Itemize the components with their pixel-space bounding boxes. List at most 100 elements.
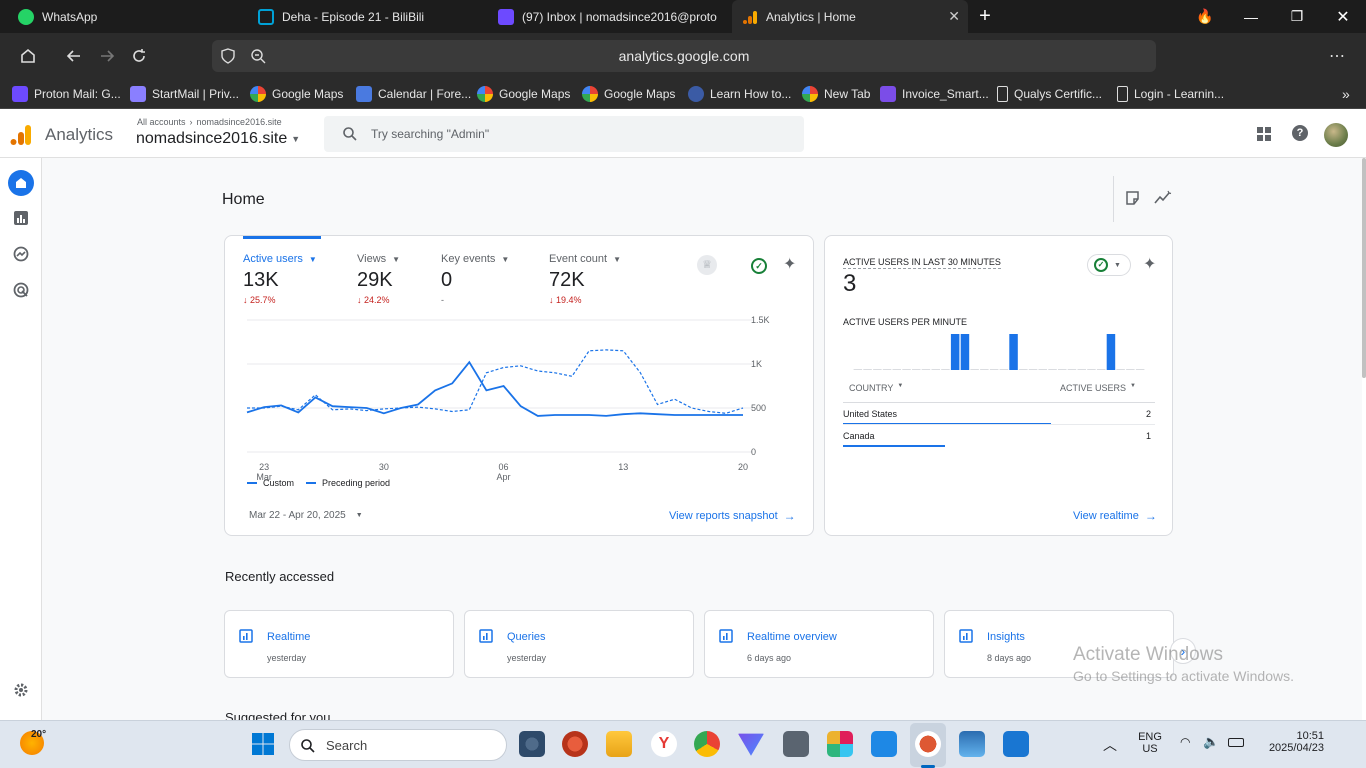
analytics-logo-icon[interactable] — [10, 124, 32, 146]
advertising-nav-icon[interactable] — [9, 278, 33, 302]
duckduckgo-icon[interactable] — [915, 731, 941, 757]
table-row[interactable]: Canada 1 — [843, 425, 1155, 447]
status-dropdown[interactable]: ✓ ▼ — [1087, 254, 1131, 276]
property-selector[interactable]: nomadsince2016.site ▼ — [136, 130, 300, 148]
tab-analytics[interactable]: Analytics | Home ✕ — [732, 0, 968, 33]
tab-title: WhatsApp — [42, 9, 98, 24]
menu-icon[interactable]: ⋯ — [1322, 41, 1352, 71]
overview-card: Active users ▼ 13K ↓ 25.7% Views ▼ 29K ↓ 2… — [224, 235, 814, 536]
sparkle-icon[interactable]: ✦ — [1143, 254, 1156, 274]
bookmark-qualys[interactable]: Qualys Certific... — [997, 85, 1102, 103]
yandex-icon[interactable]: Y — [651, 731, 677, 757]
help-icon[interactable]: ? — [1292, 125, 1308, 141]
bookmark-label: Google Maps — [272, 87, 344, 101]
breadcrumb-root[interactable]: All accounts — [137, 117, 186, 127]
arrow-right-icon: → — [783, 509, 796, 523]
sparkle-icon[interactable]: ✦ — [783, 254, 796, 274]
avatar[interactable] — [1324, 123, 1348, 147]
recent-card-realtime[interactable]: Realtime yesterday — [224, 610, 454, 678]
clock[interactable]: 10:51 2025/04/23 — [1258, 730, 1324, 754]
check-circle-icon[interactable]: ✓ — [751, 258, 767, 274]
settings-gear-icon[interactable] — [9, 678, 33, 702]
taskbar-search[interactable]: Search — [289, 729, 507, 761]
date-range-selector[interactable]: Mar 22 - Apr 20, 2025 ▼ — [249, 510, 363, 521]
realtime-bar — [989, 369, 999, 370]
apps-grid-icon[interactable] — [1256, 126, 1272, 142]
tab-bilibili[interactable]: Deha - Episode 21 - BiliBili — [248, 0, 488, 33]
recent-card-queries[interactable]: Queries yesterday — [464, 610, 694, 678]
series-line-preceding — [247, 349, 744, 414]
bookmark-google-maps[interactable]: Google Maps — [582, 85, 675, 103]
bookmark-learn-how[interactable]: Learn How to... — [688, 85, 791, 103]
proton-vpn-icon[interactable] — [738, 733, 764, 756]
metric-active-users[interactable]: Active users ▼ 13K ↓ 25.7% — [243, 253, 317, 305]
chevron-up-icon[interactable]: ︿ — [1103, 735, 1117, 755]
chrome-icon[interactable] — [694, 731, 720, 757]
app-icon[interactable] — [871, 731, 897, 757]
photos-icon[interactable] — [959, 731, 985, 757]
reload-icon[interactable] — [124, 41, 154, 71]
active-users-column-header[interactable]: ACTIVE USERS ▼ — [1060, 383, 1136, 393]
bookmark-google-maps[interactable]: Google Maps — [477, 85, 570, 103]
metric-key-events[interactable]: Key events ▼ 0 - — [441, 253, 509, 305]
tab-whatsapp[interactable]: WhatsApp — [8, 0, 248, 33]
home-icon[interactable] — [13, 41, 43, 71]
breadcrumb[interactable]: All accounts › nomadsince2016.site — [137, 117, 282, 127]
volume-icon[interactable]: 🔈 — [1203, 734, 1219, 750]
metric-event-count[interactable]: Event count ▼ 72K ↓ 19.4% — [549, 253, 621, 305]
back-icon[interactable] — [59, 41, 89, 71]
country-column-header[interactable]: COUNTRY ▼ — [849, 383, 903, 393]
view-realtime-link[interactable]: View realtime → — [1073, 509, 1157, 523]
bookmark-new-tab[interactable]: New Tab — [802, 85, 870, 103]
view-snapshot-link[interactable]: View reports snapshot → — [669, 509, 796, 523]
recent-when: 8 days ago — [987, 653, 1032, 663]
tab-proton-mail[interactable]: (97) Inbox | nomadsince2016@proto — [488, 0, 728, 33]
recent-card-realtime-overview[interactable]: Realtime overview 6 days ago — [704, 610, 934, 678]
app-icon[interactable] — [562, 731, 588, 757]
firefox-view-icon[interactable]: 🔥 — [1182, 0, 1228, 33]
bookmark-google-maps[interactable]: Google Maps — [250, 85, 343, 103]
slack-icon[interactable] — [827, 731, 853, 757]
globe-icon — [688, 86, 704, 102]
close-window-button[interactable]: ✕ — [1320, 0, 1366, 33]
new-tab-button[interactable]: + — [962, 0, 1008, 33]
badge-icon[interactable]: ♕ — [697, 255, 717, 275]
bookmark-invoice[interactable]: Invoice_Smart... — [880, 85, 989, 103]
breadcrumb-child[interactable]: nomadsince2016.site — [197, 117, 282, 127]
region: US — [1142, 743, 1158, 755]
reports-nav-icon[interactable] — [9, 206, 33, 230]
customize-icon[interactable] — [1125, 190, 1141, 206]
close-tab-icon[interactable]: ✕ — [948, 8, 960, 25]
bookmark-login[interactable]: Login - Learnin... — [1117, 85, 1224, 103]
active-metric-indicator — [243, 236, 321, 239]
calculator-icon[interactable] — [783, 731, 809, 757]
url-bar[interactable]: analytics.google.com — [212, 40, 1156, 72]
wifi-icon[interactable]: ◠ — [1180, 735, 1190, 749]
bookmark-proton-mail[interactable]: Proton Mail: G... — [12, 85, 121, 103]
file-explorer-icon[interactable] — [606, 731, 632, 757]
bookmark-startmail[interactable]: StartMail | Priv... — [130, 85, 239, 103]
page-scrollbar[interactable] — [1362, 158, 1366, 378]
url-text[interactable]: analytics.google.com — [212, 48, 1156, 64]
home-nav-icon[interactable] — [8, 170, 34, 196]
bookmark-calendar[interactable]: Calendar | Fore... — [356, 85, 471, 103]
bookmark-label: Proton Mail: G... — [34, 87, 121, 101]
restore-button[interactable]: ❐ — [1274, 0, 1320, 33]
country-users: 2 — [1145, 409, 1151, 419]
notes-icon[interactable] — [1003, 731, 1029, 757]
metric-views[interactable]: Views ▼ 29K ↓ 24.2% — [357, 253, 400, 305]
table-row[interactable]: United States 2 — [843, 403, 1155, 425]
battery-icon[interactable] — [1228, 738, 1244, 747]
explore-nav-icon[interactable] — [9, 242, 33, 266]
forward-icon[interactable] — [92, 41, 122, 71]
insights-trend-icon[interactable] — [1154, 190, 1172, 206]
start-windows-icon[interactable] — [251, 732, 277, 758]
search-input[interactable]: Try searching "Admin" — [324, 116, 804, 152]
minimize-button[interactable]: — — [1228, 0, 1274, 33]
realtime-bar — [1028, 369, 1038, 370]
language-indicator[interactable]: ENG US — [1138, 731, 1162, 755]
bilibili-icon — [258, 8, 274, 25]
arrow-down-icon: ↓ — [357, 295, 365, 305]
more-bookmarks-icon[interactable]: » — [1342, 85, 1350, 103]
settings-app-icon[interactable] — [519, 731, 545, 757]
